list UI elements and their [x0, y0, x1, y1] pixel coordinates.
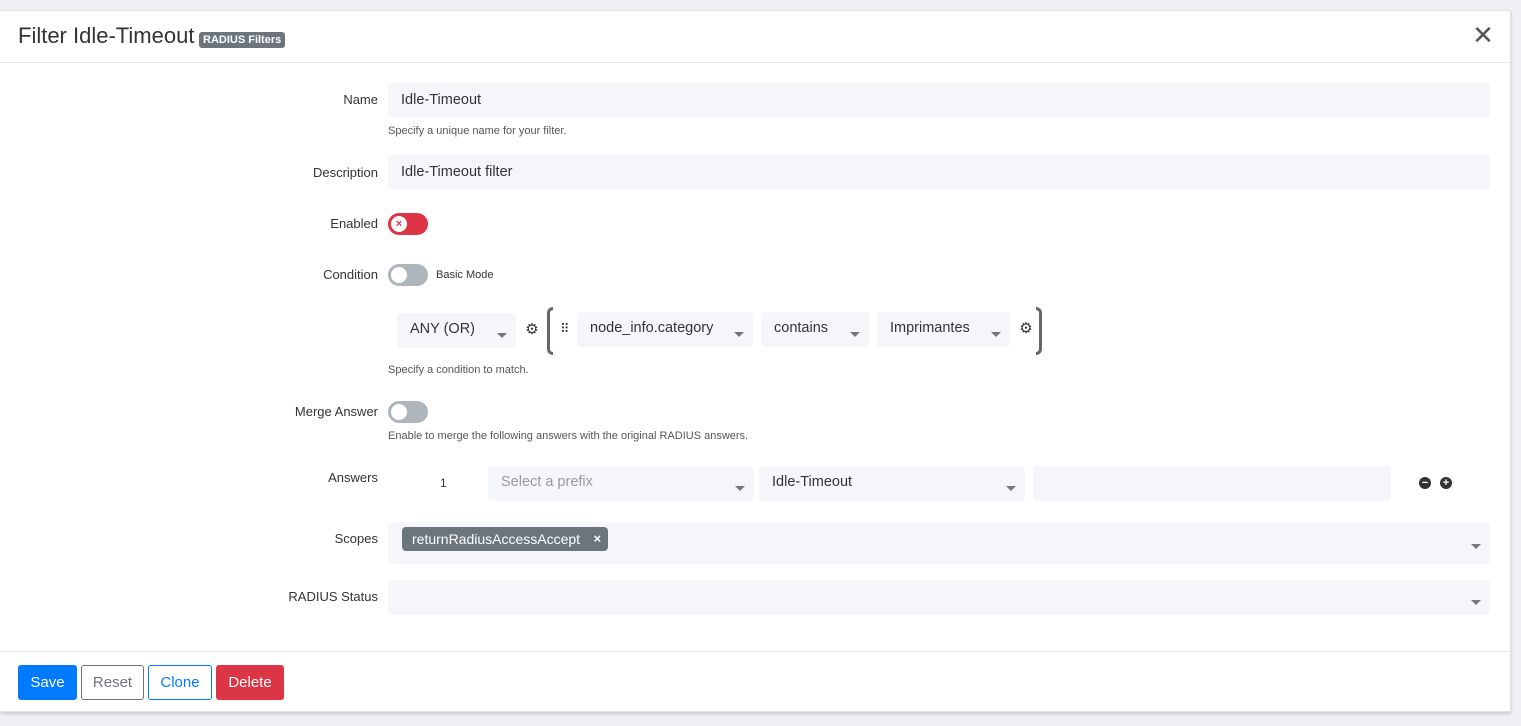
answer-row-index: 1 [440, 476, 447, 490]
merge-answer-help: Enable to merge the following answers wi… [388, 430, 749, 442]
close-icon[interactable]: ✕ [1472, 22, 1494, 48]
drag-handle-icon[interactable]: ⠿ [560, 322, 570, 335]
chevron-down-icon [735, 486, 745, 491]
description-label: Description [312, 165, 378, 180]
chevron-down-icon [991, 332, 1001, 337]
gear-icon[interactable]: ⚙ [1019, 321, 1033, 336]
type-badge: RADIUS Filters [199, 32, 286, 48]
condition-mode-toggle[interactable] [388, 264, 428, 286]
group-bracket-right [1036, 307, 1042, 355]
add-answer-icon[interactable]: + [1440, 477, 1452, 489]
gear-icon[interactable]: ⚙ [525, 322, 539, 337]
answer-attribute-value: Idle-Timeout [772, 474, 853, 490]
name-help: Specify a unique name for your filter. [388, 125, 567, 137]
condition-field-value: node_info.category [590, 320, 714, 336]
condition-value-value: Imprimantes [890, 320, 970, 336]
x-icon: × [391, 216, 407, 232]
card-footer: Save Reset Clone Delete [0, 651, 1510, 713]
chevron-down-icon [850, 332, 860, 337]
condition-operator-value: ANY (OR) [410, 321, 475, 337]
chevron-down-icon [1471, 600, 1481, 605]
condition-field-select[interactable]: node_info.category [577, 312, 753, 347]
condition-op-select[interactable]: contains [761, 312, 869, 347]
condition-help: Specify a condition to match. [388, 364, 529, 376]
condition-label: Condition [323, 267, 378, 282]
description-input[interactable]: Idle-Timeout filter [388, 155, 1490, 190]
scope-tag-label: returnRadiusAccessAccept [412, 531, 581, 547]
reset-button[interactable]: Reset [81, 665, 144, 700]
name-input[interactable]: Idle-Timeout [388, 83, 1490, 118]
answer-prefix-placeholder: Select a prefix [501, 474, 593, 490]
merge-answer-toggle[interactable] [388, 401, 428, 423]
answer-attribute-select[interactable]: Idle-Timeout [759, 466, 1025, 501]
scope-tag: returnRadiusAccessAccept × [402, 527, 609, 551]
save-button[interactable]: Save [18, 665, 77, 700]
chevron-down-icon [1471, 544, 1481, 549]
chevron-down-icon [497, 333, 507, 338]
card-header: Filter Idle-Timeout RADIUS Filters ✕ [0, 11, 1510, 63]
toggle-knob [391, 404, 407, 420]
toggle-knob [391, 267, 407, 283]
group-bracket-left [547, 307, 553, 355]
condition-mode-label: Basic Mode [436, 269, 494, 281]
answer-prefix-select[interactable]: Select a prefix [488, 466, 754, 501]
radius-status-label: RADIUS Status [288, 589, 378, 604]
name-label: Name [343, 92, 378, 107]
remove-tag-icon[interactable]: × [593, 527, 601, 551]
remove-answer-icon[interactable]: − [1419, 477, 1431, 489]
delete-button[interactable]: Delete [216, 665, 284, 700]
scopes-label: Scopes [334, 531, 378, 546]
filter-card: Filter Idle-Timeout RADIUS Filters ✕ Nam… [0, 10, 1511, 712]
page-title: Filter Idle-Timeout [18, 23, 195, 48]
condition-op-value: contains [774, 320, 829, 336]
merge-answer-label: Merge Answer [294, 404, 378, 419]
answers-label: Answers [328, 470, 378, 485]
radius-status-select[interactable] [388, 580, 1490, 615]
enabled-label: Enabled [330, 216, 378, 231]
clone-button[interactable]: Clone [148, 665, 212, 700]
answer-value-input[interactable] [1033, 466, 1391, 501]
chevron-down-icon [1006, 486, 1016, 491]
condition-operator-select[interactable]: ANY (OR) [397, 313, 516, 348]
condition-value-select[interactable]: Imprimantes [877, 312, 1010, 347]
chevron-down-icon [734, 332, 744, 337]
enabled-toggle[interactable]: × [388, 213, 428, 235]
